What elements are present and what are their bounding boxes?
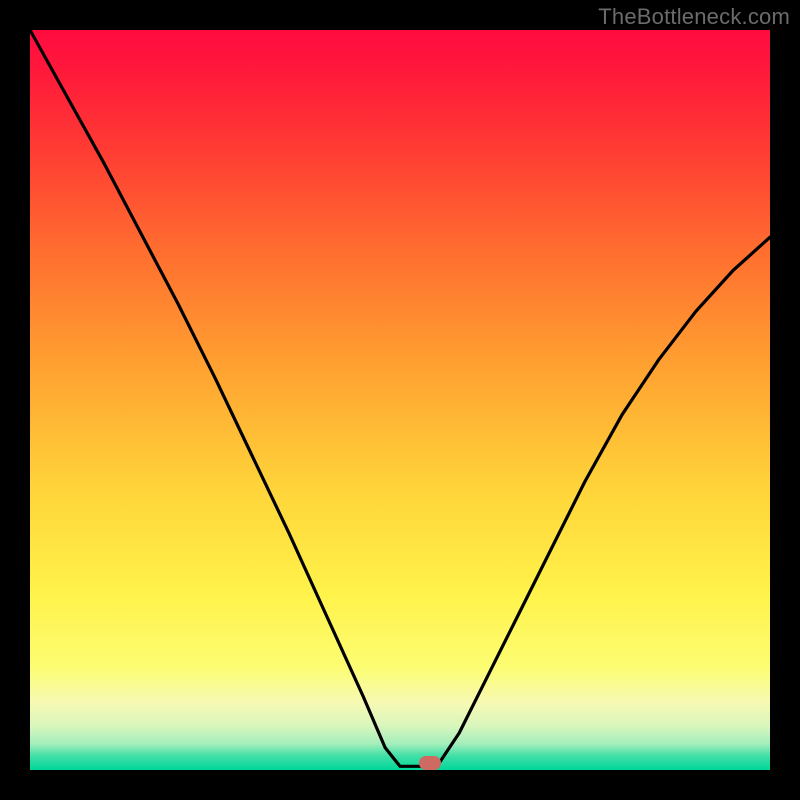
curve-path (30, 30, 770, 766)
watermark-text: TheBottleneck.com (598, 4, 790, 30)
min-marker (419, 756, 441, 770)
plot-area (30, 30, 770, 770)
bottleneck-curve (30, 30, 770, 770)
chart-frame: TheBottleneck.com (0, 0, 800, 800)
